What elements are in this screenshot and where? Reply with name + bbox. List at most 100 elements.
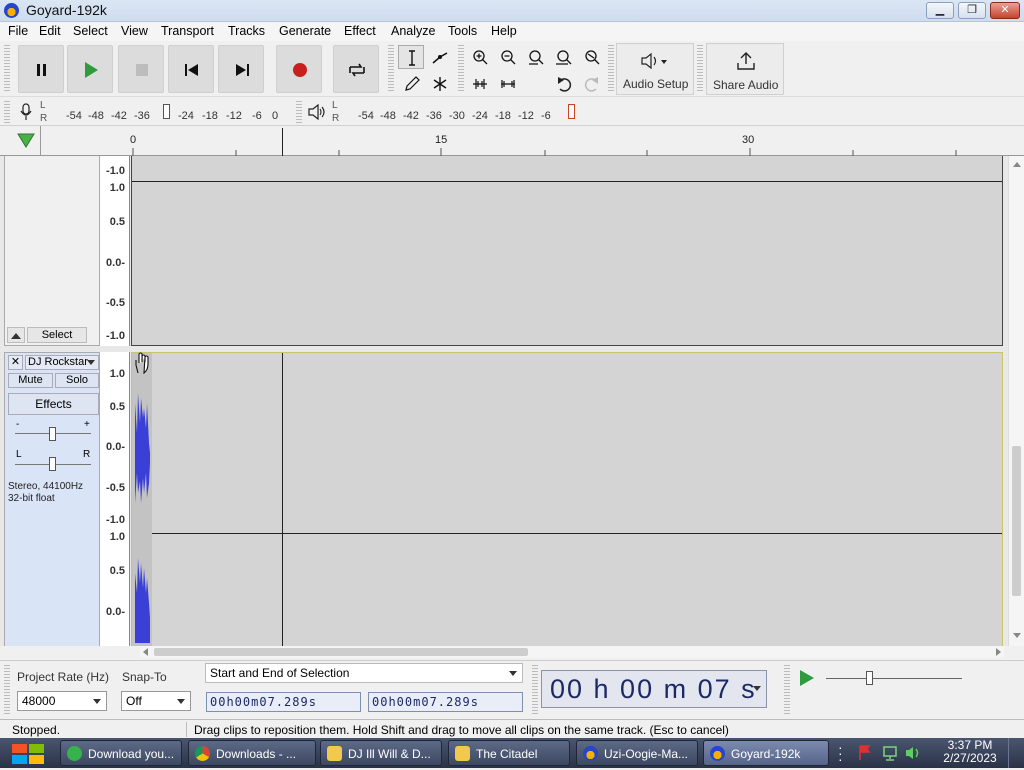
- menu-tools[interactable]: Tools: [448, 24, 477, 38]
- menu-edit[interactable]: Edit: [39, 24, 61, 38]
- restore-button[interactable]: ❐: [958, 2, 986, 19]
- snap-to-select[interactable]: Off: [121, 691, 191, 711]
- scroll-right-icon[interactable]: [994, 647, 1002, 657]
- taskbar-item[interactable]: Download you...: [60, 740, 182, 766]
- effects-button[interactable]: Effects: [8, 393, 99, 415]
- close-button[interactable]: ✕: [990, 2, 1020, 19]
- redo-button[interactable]: [578, 71, 604, 95]
- pause-icon: [37, 64, 46, 76]
- mute-button[interactable]: Mute: [8, 373, 53, 388]
- loop-button[interactable]: [333, 45, 379, 93]
- show-desktop-button[interactable]: [1008, 738, 1024, 768]
- envelope-tool[interactable]: [426, 45, 452, 69]
- taskbar-item-active[interactable]: Goyard-192k: [703, 740, 829, 766]
- pan-slider[interactable]: [49, 457, 56, 471]
- menu-file[interactable]: File: [8, 24, 28, 38]
- menu-analyze[interactable]: Analyze: [391, 24, 435, 38]
- toolbar-grip[interactable]: [608, 45, 614, 93]
- fit-project-button[interactable]: [550, 45, 576, 69]
- play-meter-tick: -18: [495, 110, 511, 122]
- clock[interactable]: 3:37 PM 2/27/2023: [940, 739, 1000, 765]
- menu-generate[interactable]: Generate: [279, 24, 331, 38]
- zoom-in-button[interactable]: [466, 45, 492, 69]
- select-track-button[interactable]: Select: [27, 327, 87, 343]
- vertical-scroll-thumb[interactable]: [1012, 446, 1021, 596]
- pause-button[interactable]: [18, 45, 64, 93]
- draw-tool[interactable]: [398, 71, 424, 95]
- selection-end-time[interactable]: 00h00m07.289s: [368, 692, 523, 712]
- play-at-speed-icon[interactable]: [796, 667, 818, 689]
- undo-button[interactable]: [550, 71, 576, 95]
- collapse-track-button[interactable]: [7, 327, 25, 343]
- project-rate-select[interactable]: 48000: [17, 691, 107, 711]
- playback-level-slider[interactable]: [568, 104, 575, 119]
- toolbar-grip[interactable]: [4, 45, 10, 93]
- audio-setup-button[interactable]: Audio Setup: [616, 43, 694, 95]
- menu-help[interactable]: Help: [491, 24, 517, 38]
- menu-transport[interactable]: Transport: [161, 24, 214, 38]
- track-name-menu[interactable]: DJ Rockstar: [25, 355, 99, 370]
- record-button[interactable]: [276, 45, 322, 93]
- track-waveform-area[interactable]: [131, 352, 1003, 646]
- pan-right-label: R: [83, 449, 91, 460]
- selection-start-time[interactable]: 00h00m07.289s: [206, 692, 361, 712]
- toolbar-grip[interactable]: [4, 665, 10, 715]
- gain-slider[interactable]: [49, 427, 56, 441]
- toolbar-grip[interactable]: [296, 101, 302, 123]
- start-button[interactable]: [8, 739, 48, 767]
- toolbar-grip[interactable]: [532, 665, 538, 715]
- toolbar-grip[interactable]: [4, 101, 10, 123]
- silence-button[interactable]: [494, 71, 520, 95]
- toolbar-grip[interactable]: [458, 45, 464, 93]
- menu-tracks[interactable]: Tracks: [228, 24, 265, 38]
- vertical-scrollbar[interactable]: [1008, 156, 1024, 646]
- horizontal-scroll-thumb[interactable]: [154, 648, 528, 656]
- horizontal-scrollbar[interactable]: [140, 646, 1004, 658]
- taskbar-item[interactable]: Uzi-Oogie-Ma...: [576, 740, 698, 766]
- share-audio-button[interactable]: Share Audio: [706, 43, 784, 95]
- system-tray-icons[interactable]: [856, 743, 936, 763]
- stop-button[interactable]: [118, 45, 164, 93]
- time-display[interactable]: 00 h 00 m 07 s: [541, 670, 767, 708]
- play-button[interactable]: [67, 45, 113, 93]
- menu-effect[interactable]: Effect: [344, 24, 376, 38]
- windows-taskbar: Download you... Downloads - ... DJ Ill W…: [0, 738, 1024, 768]
- toolbar-grip[interactable]: [697, 45, 703, 93]
- selection-mode-select[interactable]: Start and End of Selection: [205, 663, 523, 683]
- scroll-down-icon[interactable]: [1012, 632, 1022, 640]
- recording-meter[interactable]: -54 -48 -42 -36 -24 -18 -12 -6 0: [50, 102, 286, 122]
- playback-speed-slider[interactable]: [866, 671, 873, 685]
- ruler-label: 0.5: [109, 565, 125, 577]
- skip-to-start-button[interactable]: [168, 45, 214, 93]
- scroll-left-icon[interactable]: [142, 647, 150, 657]
- skip-to-end-button[interactable]: [218, 45, 264, 93]
- taskbar-item[interactable]: DJ Ill Will & D...: [320, 740, 442, 766]
- taskbar-item[interactable]: The Citadel: [448, 740, 570, 766]
- toolbar-grip[interactable]: [388, 45, 394, 93]
- trim-outside-button[interactable]: [466, 71, 492, 95]
- more-icon[interactable]: · · ·: [838, 740, 846, 766]
- recording-level-slider[interactable]: [163, 104, 170, 119]
- solo-button[interactable]: Solo: [55, 373, 99, 388]
- status-bar: Stopped. Drag clips to reposition them. …: [0, 719, 1024, 738]
- menu-view[interactable]: View: [121, 24, 148, 38]
- playback-meter[interactable]: -54 -48 -42 -36 -30 -24 -18 -12 -6: [342, 102, 582, 122]
- selection-tool[interactable]: [398, 45, 424, 69]
- speaker-icon[interactable]: [307, 102, 327, 122]
- project-rate-label: Project Rate (Hz): [17, 670, 110, 684]
- fit-selection-button[interactable]: [522, 45, 548, 69]
- multi-tool[interactable]: [426, 71, 452, 95]
- zoom-out-button[interactable]: [494, 45, 520, 69]
- minimize-button[interactable]: ▁: [926, 2, 954, 19]
- microphone-icon[interactable]: [18, 102, 34, 122]
- close-track-button[interactable]: ✕: [8, 355, 23, 370]
- scroll-up-icon[interactable]: [1012, 160, 1022, 168]
- taskbar-item[interactable]: Downloads - ...: [188, 740, 316, 766]
- menu-select[interactable]: Select: [73, 24, 108, 38]
- timeline-ruler[interactable]: 0 15 30: [0, 126, 1024, 156]
- track-waveform-area[interactable]: [131, 156, 1003, 346]
- zoom-toggle-button[interactable]: [578, 45, 604, 69]
- audio-clip[interactable]: [132, 353, 152, 646]
- ruler-label: 1.0: [109, 182, 125, 194]
- vertical-ruler: -1.0 1.0 0.5 0.0- -0.5 -1.0: [100, 156, 130, 346]
